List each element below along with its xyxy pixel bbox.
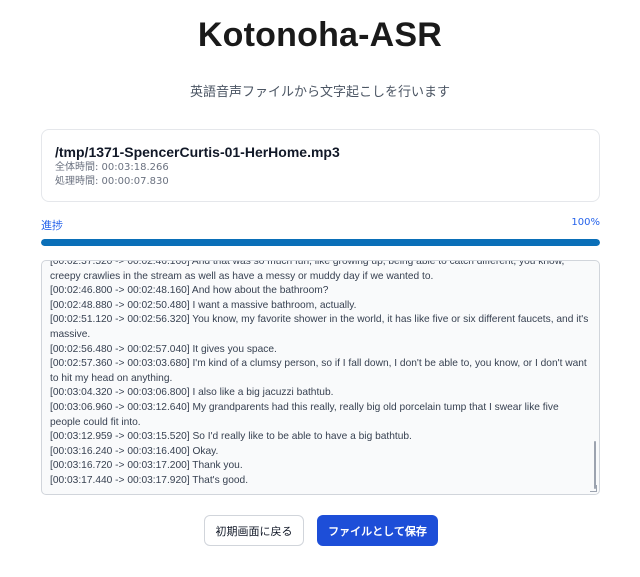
- resize-handle-icon[interactable]: [590, 485, 597, 492]
- processing-time: 処理時間: 00:00:07.830: [55, 176, 169, 187]
- back-to-start-button[interactable]: 初期画面に戻る: [204, 515, 304, 546]
- transcript-line: [00:03:12.959 -> 00:03:15.520] So I'd re…: [50, 431, 412, 443]
- progress-percent: 100%: [571, 217, 600, 228]
- total-time: 全体時間: 00:03:18.266: [55, 162, 169, 173]
- transcript-line: [00:02:51.120 -> 00:02:56.320] You know,…: [50, 314, 589, 340]
- transcript-line: [00:02:56.480 -> 00:02:57.040] It gives …: [50, 343, 277, 355]
- save-as-file-button[interactable]: ファイルとして保存: [317, 515, 438, 546]
- file-path: /tmp/1371-SpencerCurtis-01-HerHome.mp3: [55, 144, 340, 160]
- app-title: Kotonoha-ASR: [197, 16, 443, 54]
- transcript-line: [00:03:16.240 -> 00:03:16.400] Okay.: [50, 445, 219, 457]
- transcript-scrollbar[interactable]: [594, 441, 596, 489]
- transcript-line: [00:03:06.960 -> 00:03:12.640] My grandp…: [50, 401, 559, 428]
- progress-bar: [41, 239, 600, 246]
- transcript-line: [00:02:37.520 -> 00:02:46.160] And that …: [50, 260, 565, 282]
- transcript-line: [00:02:57.360 -> 00:03:03.680] I'm kind …: [50, 358, 587, 384]
- progress-bar-fill: [41, 239, 600, 246]
- transcript-line: [00:02:46.800 -> 00:02:48.160] And how a…: [50, 285, 329, 297]
- file-info-card: /tmp/1371-SpencerCurtis-01-HerHome.mp3 全…: [41, 129, 600, 202]
- app-subtitle: 英語音声ファイルから文字起こしを行います: [189, 85, 450, 100]
- transcript-line: [00:03:04.320 -> 00:03:06.800] I also li…: [50, 387, 334, 399]
- transcript-line: [00:03:16.720 -> 00:03:17.200] Thank you…: [50, 460, 243, 472]
- transcript-textarea[interactable]: [00:02:37.520 -> 00:02:46.160] And that …: [41, 260, 600, 495]
- progress-label: 進捗: [41, 219, 63, 232]
- transcript-text: [00:02:37.520 -> 00:02:46.160] And that …: [50, 260, 590, 489]
- transcript-line: [00:03:17.440 -> 00:03:17.920] That's go…: [50, 474, 249, 486]
- transcript-line: [00:02:48.880 -> 00:02:50.480] I want a …: [50, 299, 357, 311]
